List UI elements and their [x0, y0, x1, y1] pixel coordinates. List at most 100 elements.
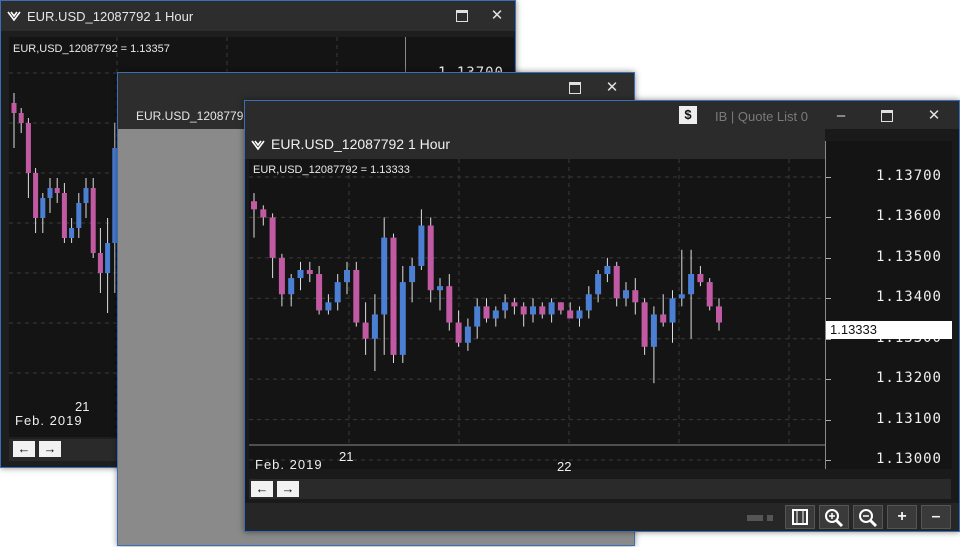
front-price-axis[interactable]: 1.137001.136001.135001.134001.133001.132… [825, 141, 952, 469]
candle-bear [90, 188, 96, 253]
candle-bull [585, 294, 592, 311]
price-tick-label: 1.13100 [875, 410, 942, 427]
price-tick-mark [826, 419, 831, 421]
candle-bear [54, 188, 60, 193]
candle-bear [278, 257, 285, 295]
front-film-button[interactable] [785, 505, 815, 529]
maximize-icon [881, 110, 893, 123]
back-window-title: EUR.USD_12087792 1 Hour [27, 9, 194, 24]
front-chart-header: EUR,USD_12087792 = 1.13333 [253, 164, 410, 176]
app-logo-icon [251, 140, 265, 151]
front-minus-button[interactable]: – [921, 505, 951, 529]
candle-bear [520, 306, 527, 315]
candle-bull [548, 302, 555, 315]
back-maximize-button[interactable] [452, 6, 472, 26]
candle-bull [669, 298, 676, 323]
candle-bull [334, 282, 341, 303]
candle-bull [530, 306, 536, 315]
candle-bull [623, 290, 629, 299]
candle-bull [76, 203, 82, 228]
front-minimize-button[interactable]: – [831, 106, 851, 126]
candle-bull [105, 243, 111, 273]
front-progress-indicator [747, 515, 763, 521]
front-nav-bar: ← → [249, 479, 951, 499]
candle-bear [390, 237, 397, 355]
candle-bull [47, 188, 53, 198]
candle-bear [61, 193, 67, 238]
candle-bear [660, 314, 667, 323]
candle-bull [297, 269, 304, 279]
candle-bull [399, 282, 406, 355]
back-scroll-right-button[interactable]: → [39, 441, 61, 457]
film-icon [792, 509, 808, 525]
candle-bear [455, 322, 462, 343]
front-date-tick-21: 21 [339, 449, 354, 464]
maximize-icon [569, 82, 581, 95]
candle-bear [446, 286, 453, 323]
maximize-icon [456, 10, 468, 23]
front-plus-button[interactable]: + [887, 505, 917, 529]
app-logo-icon [7, 11, 21, 22]
front-zoom-in-button[interactable] [819, 505, 849, 529]
front-current-price: 1.13333 [830, 322, 877, 337]
front-chart-grid [249, 159, 825, 461]
candle-bear [18, 113, 24, 123]
front-scroll-left-button[interactable]: ← [251, 481, 273, 497]
candle-bear [511, 302, 518, 307]
front-quote-list-icon[interactable]: $ [679, 106, 697, 124]
candle-bull [576, 310, 583, 319]
candle-bull [83, 188, 89, 203]
candle-bear [97, 253, 103, 273]
candle-bear [25, 123, 31, 173]
candle-bull [474, 306, 481, 327]
candle-bull [418, 225, 425, 266]
candle-bull [437, 286, 443, 291]
front-window-titlebar[interactable]: $ IB | Quote List 0 – ✕ [245, 101, 959, 129]
candle-bear [316, 274, 323, 311]
candle-bull [40, 198, 46, 218]
candle-bear [427, 225, 434, 291]
back-window-titlebar[interactable]: EUR.USD_12087792 1 Hour ✕ [1, 1, 515, 31]
candle-bull [464, 326, 471, 343]
front-maximize-button[interactable] [877, 106, 897, 126]
candle-bull [678, 294, 685, 299]
front-chart-window[interactable]: $ IB | Quote List 0 – ✕ EUR.USD_12087792… [244, 100, 960, 532]
price-tick-label: 1.13000 [875, 451, 942, 467]
middle-close-button[interactable]: ✕ [602, 78, 622, 98]
candle-bull [502, 302, 509, 311]
middle-maximize-button[interactable] [565, 78, 585, 98]
price-tick-label: 1.13500 [875, 248, 942, 265]
front-close-button[interactable]: ✕ [924, 106, 944, 126]
price-tick-label: 1.13700 [875, 168, 942, 184]
candle-bear [251, 201, 257, 210]
zoom-in-icon [825, 509, 844, 528]
front-chart-titlebar: EUR.USD_12087792 1 Hour [245, 129, 825, 159]
price-tick-mark [826, 177, 831, 178]
candle-bear [567, 310, 574, 319]
price-tick-label: 1.13600 [875, 208, 942, 225]
candle-bear [353, 269, 360, 323]
front-candles [251, 193, 722, 384]
zoom-out-icon [859, 509, 878, 528]
back-candles [11, 93, 118, 313]
candle-bull [650, 314, 657, 347]
candle-bull [381, 237, 388, 315]
candle-bull [69, 228, 75, 238]
back-close-button[interactable]: ✕ [487, 6, 507, 26]
front-chart-svg [249, 159, 825, 461]
candle-bear [269, 217, 276, 258]
back-scroll-left-button[interactable]: ← [13, 441, 35, 457]
front-zoom-out-button[interactable] [853, 505, 883, 529]
front-current-price-box: 1.13333 [826, 321, 952, 339]
candle-bear [697, 274, 704, 283]
candle-bull [688, 274, 695, 295]
front-chart-area[interactable]: EUR,USD_12087792 = 1.13333 21 22 Feb. 20… [249, 159, 825, 474]
candle-bear [613, 265, 620, 299]
price-tick-mark [826, 217, 831, 219]
candle-bear [539, 306, 546, 315]
candle-bear [641, 302, 648, 347]
front-date-tick-22: 22 [557, 459, 572, 474]
front-quote-list-label[interactable]: IB | Quote List 0 [715, 109, 808, 124]
front-scroll-right-button[interactable]: → [277, 481, 299, 497]
middle-window-titlebar[interactable]: ✕ [118, 73, 634, 118]
